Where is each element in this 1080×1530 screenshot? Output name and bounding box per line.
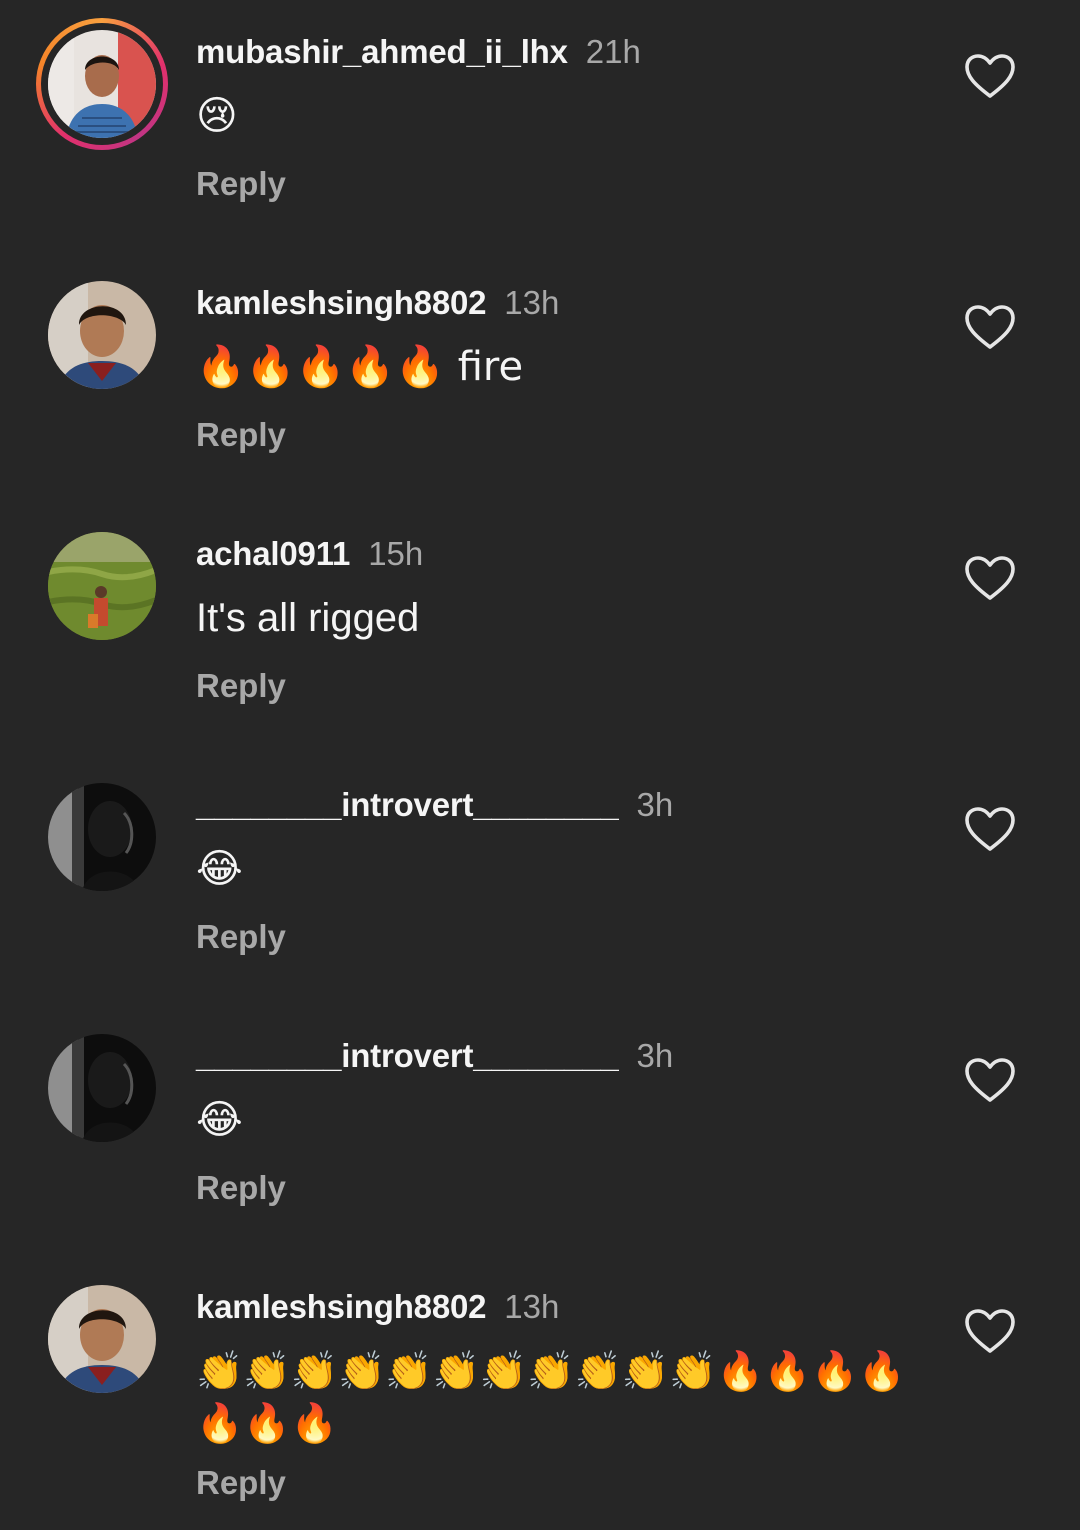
reply-button[interactable]: Reply	[196, 1166, 286, 1210]
username-link[interactable]: ________introvert________	[196, 1037, 619, 1074]
heart-outline-icon	[965, 305, 1015, 349]
like-button[interactable]	[962, 554, 1018, 602]
heart-outline-icon	[965, 1058, 1015, 1102]
avatar[interactable]	[48, 1034, 156, 1142]
comment-text: 👏👏👏👏👏👏👏👏👏👏👏🔥🔥🔥🔥🔥🔥🔥	[196, 1349, 906, 1445]
comment-time: 13h	[504, 1288, 560, 1325]
comment-item: ________introvert________ 3h 😂 Reply	[0, 1034, 1080, 1285]
heart-outline-icon	[965, 556, 1015, 600]
comment-time: 3h	[636, 1037, 674, 1074]
comment-item: kamleshsingh8802 13h 👏👏👏👏👏👏👏👏👏👏👏🔥🔥🔥🔥🔥🔥🔥 R…	[0, 1285, 1080, 1530]
like-button[interactable]	[962, 805, 1018, 853]
like-button[interactable]	[962, 1056, 1018, 1104]
reply-button[interactable]: Reply	[196, 162, 286, 206]
reply-button[interactable]: Reply	[196, 1461, 286, 1505]
reply-button[interactable]: Reply	[196, 915, 286, 959]
comment-meta: achal0911 15h	[196, 532, 423, 576]
comment-item: mubashir_ahmed_ii_lhx 21h 😢 Reply	[0, 18, 1080, 281]
reply-button[interactable]: Reply	[196, 664, 286, 708]
comment-time: 21h	[585, 33, 641, 70]
like-button[interactable]	[962, 1307, 1018, 1355]
comment-item: ________introvert________ 3h 😂 Reply	[0, 783, 1080, 1034]
comment-meta: ________introvert________ 3h	[196, 1034, 673, 1078]
username-link[interactable]: ________introvert________	[196, 786, 619, 823]
avatar[interactable]	[48, 532, 156, 640]
comment-item: kamleshsingh8802 13h 🔥🔥🔥🔥🔥 fire Reply	[0, 281, 1080, 532]
heart-outline-icon	[965, 54, 1015, 98]
heart-outline-icon	[965, 1309, 1015, 1353]
comment-text: 😂	[196, 1097, 243, 1143]
username-link[interactable]: mubashir_ahmed_ii_lhx	[196, 33, 568, 70]
comment-text: 🔥🔥🔥🔥🔥 fire	[196, 344, 524, 390]
avatar[interactable]	[48, 1285, 156, 1393]
username-link[interactable]: achal0911	[196, 535, 350, 572]
comment-meta: kamleshsingh8802 13h	[196, 281, 559, 325]
avatar[interactable]	[48, 30, 156, 138]
comment-time: 13h	[504, 284, 560, 321]
comment-text: 😢	[196, 93, 238, 139]
comment-meta: ________introvert________ 3h	[196, 783, 673, 827]
story-ring[interactable]	[36, 18, 168, 150]
heart-outline-icon	[965, 807, 1015, 851]
username-link[interactable]: kamleshsingh8802	[196, 284, 486, 321]
comment-time: 3h	[636, 786, 674, 823]
avatar[interactable]	[48, 783, 156, 891]
comment-item: achal0911 15h It's all rigged Reply	[0, 532, 1080, 783]
like-button[interactable]	[962, 52, 1018, 100]
comment-time: 15h	[368, 535, 424, 572]
reply-button[interactable]: Reply	[196, 413, 286, 457]
comment-meta: mubashir_ahmed_ii_lhx 21h	[196, 30, 641, 74]
comment-meta: kamleshsingh8802 13h	[196, 1285, 559, 1329]
comment-text: It's all rigged	[196, 596, 420, 640]
avatar[interactable]	[48, 281, 156, 389]
like-button[interactable]	[962, 303, 1018, 351]
comment-text: 😂	[196, 846, 243, 892]
username-link[interactable]: kamleshsingh8802	[196, 1288, 486, 1325]
